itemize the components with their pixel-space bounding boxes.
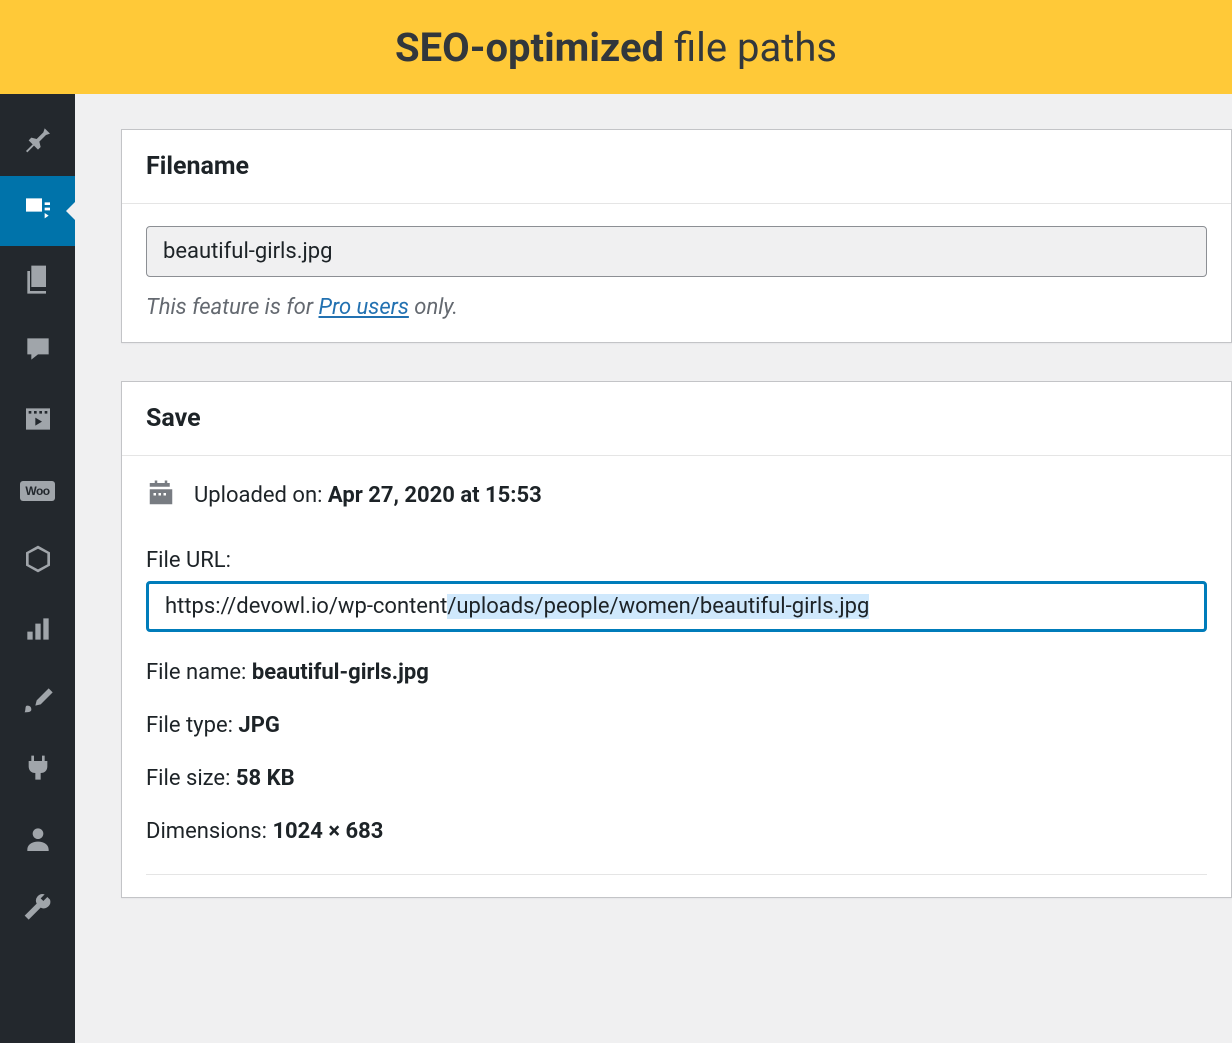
filetype-label: File type: bbox=[146, 713, 238, 738]
video-post-icon bbox=[22, 403, 54, 439]
sidebar-item-video[interactable] bbox=[0, 386, 75, 456]
uploaded-label: Uploaded on: bbox=[194, 483, 328, 508]
sidebar-item-analytics[interactable] bbox=[0, 596, 75, 666]
sidebar-item-plugins[interactable] bbox=[0, 736, 75, 806]
sidebar-item-comments[interactable] bbox=[0, 316, 75, 386]
users-icon bbox=[22, 823, 54, 859]
filesize-label: File size: bbox=[146, 766, 236, 791]
top-banner: SEO-optimized file paths bbox=[0, 0, 1232, 94]
sidebar-item-pin[interactable] bbox=[0, 106, 75, 176]
sidebar-item-woocommerce[interactable]: Woo bbox=[0, 456, 75, 526]
tools-icon bbox=[22, 893, 54, 929]
admin-sidebar: Woo bbox=[0, 94, 75, 1043]
appearance-icon bbox=[22, 683, 54, 719]
filename-value: beautiful-girls.jpg bbox=[252, 660, 429, 685]
pin-icon bbox=[22, 123, 54, 159]
banner-rest: file paths bbox=[664, 24, 837, 71]
save-panel-title: Save bbox=[122, 382, 1231, 456]
sidebar-item-pages[interactable] bbox=[0, 246, 75, 316]
dimensions-value: 1024 × 683 bbox=[272, 819, 383, 844]
uploaded-date: Apr 27, 2020 at 15:53 bbox=[328, 483, 542, 508]
row-filename: File name: beautiful-girls.jpg bbox=[146, 660, 1207, 685]
file-url-label: File URL: bbox=[146, 548, 1207, 573]
woocommerce-icon: Woo bbox=[20, 481, 54, 501]
media-icon bbox=[22, 193, 54, 229]
save-panel: Save Uploaded on: Apr 27, 2020 at 15:53 … bbox=[121, 381, 1232, 898]
calendar-icon bbox=[146, 478, 176, 512]
sidebar-item-media[interactable] bbox=[0, 176, 75, 246]
sidebar-item-appearance[interactable] bbox=[0, 666, 75, 736]
hint-before: This feature is for bbox=[146, 295, 319, 320]
sidebar-item-users[interactable] bbox=[0, 806, 75, 876]
filename-input[interactable] bbox=[146, 226, 1207, 277]
pages-icon bbox=[22, 263, 54, 299]
banner-bold: SEO-optimized bbox=[395, 24, 664, 71]
analytics-icon bbox=[22, 613, 54, 649]
row-dimensions: Dimensions: 1024 × 683 bbox=[146, 819, 1207, 844]
row-filesize: File size: 58 KB bbox=[146, 766, 1207, 791]
comments-icon bbox=[22, 333, 54, 369]
filename-label: File name: bbox=[146, 660, 252, 685]
filetype-value: JPG bbox=[238, 713, 279, 738]
filename-panel-title: Filename bbox=[122, 130, 1231, 204]
row-filetype: File type: JPG bbox=[146, 713, 1207, 738]
sidebar-item-products[interactable] bbox=[0, 526, 75, 596]
main-content: Filename This feature is for Pro users o… bbox=[75, 94, 1232, 1043]
divider bbox=[146, 874, 1207, 875]
filename-hint: This feature is for Pro users only. bbox=[146, 295, 1207, 320]
file-url-input[interactable]: https://devowl.io/wp-content/uploads/peo… bbox=[146, 581, 1207, 632]
products-icon bbox=[22, 543, 54, 579]
sidebar-item-tools[interactable] bbox=[0, 876, 75, 946]
hint-after: only. bbox=[409, 295, 458, 320]
file-url-highlighted: /uploads/people/women/beautiful-girls.jp… bbox=[447, 594, 869, 619]
filename-panel: Filename This feature is for Pro users o… bbox=[121, 129, 1232, 343]
plugins-icon bbox=[22, 753, 54, 789]
file-url-plain: https://devowl.io/wp-content bbox=[165, 594, 447, 619]
filesize-value: 58 KB bbox=[236, 766, 295, 791]
dimensions-label: Dimensions: bbox=[146, 819, 272, 844]
uploaded-row: Uploaded on: Apr 27, 2020 at 15:53 bbox=[146, 478, 1207, 512]
pro-users-link[interactable]: Pro users bbox=[319, 295, 409, 320]
